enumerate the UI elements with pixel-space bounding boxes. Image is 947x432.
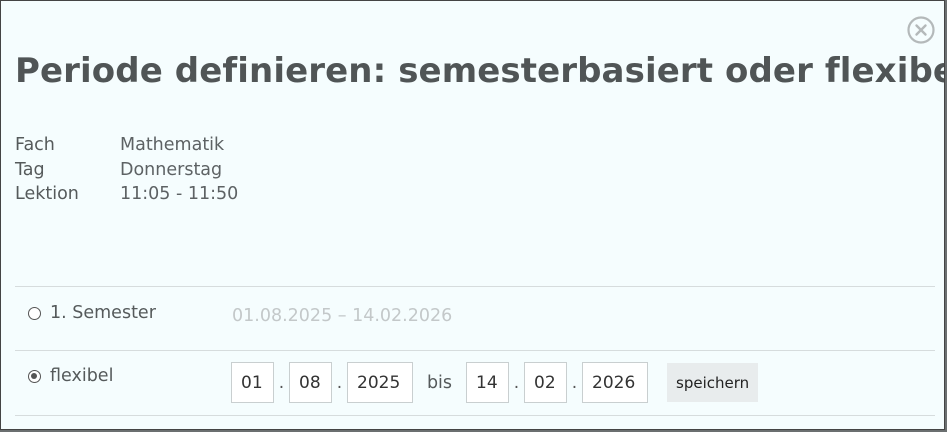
semester-range: 01.08.2025 – 14.02.2026	[232, 306, 453, 326]
date-separator: .	[513, 372, 520, 393]
lesson-info: Fach Mathematik Tag Donnerstag Lektion 1…	[15, 133, 238, 207]
divider	[15, 350, 935, 351]
flexible-date-range: 01 . 08 . 2025 bis 14 . 02 . 2026 speich…	[231, 362, 759, 403]
info-value: Donnerstag	[120, 159, 223, 180]
from-month-input[interactable]: 08	[289, 362, 332, 403]
flexible-label: flexibel	[50, 366, 114, 386]
dialog-title: Periode definieren: semesterbasiert oder…	[15, 51, 945, 91]
info-row-day: Tag Donnerstag	[15, 158, 238, 183]
close-icon[interactable]	[906, 15, 936, 45]
info-label: Tag	[15, 159, 45, 180]
semester-radio[interactable]	[28, 306, 41, 320]
to-day-input[interactable]: 14	[466, 362, 509, 403]
flexible-radio[interactable]	[28, 369, 41, 383]
info-row-subject: Fach Mathematik	[15, 133, 238, 158]
info-value: 11:05 - 11:50	[120, 184, 239, 204]
info-value: Mathematik	[120, 135, 225, 155]
to-month-input[interactable]: 02	[524, 362, 567, 403]
option-semester[interactable]: 1. Semester	[28, 303, 156, 323]
from-year-input[interactable]: 2025	[347, 362, 413, 403]
range-separator: bis	[426, 372, 453, 393]
info-label: Fach	[15, 135, 55, 155]
period-dialog: Periode definieren: semesterbasiert oder…	[0, 0, 945, 430]
date-separator: .	[278, 372, 285, 393]
divider	[15, 415, 935, 416]
info-label: Lektion	[15, 184, 79, 204]
option-flexible[interactable]: flexibel	[28, 366, 113, 386]
to-year-input[interactable]: 2026	[582, 362, 648, 403]
date-separator: .	[336, 372, 343, 393]
from-day-input[interactable]: 01	[231, 362, 274, 403]
date-separator: .	[571, 372, 578, 393]
info-row-lesson: Lektion 11:05 - 11:50	[15, 182, 238, 207]
save-button[interactable]: speichern	[667, 363, 759, 402]
semester-label: 1. Semester	[50, 303, 156, 323]
divider	[15, 286, 935, 287]
